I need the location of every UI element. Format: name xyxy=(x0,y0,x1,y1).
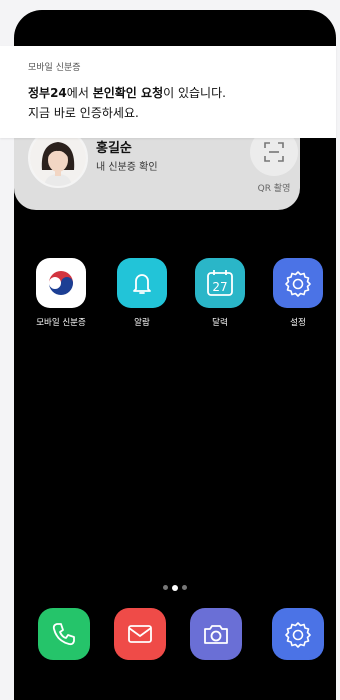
app-settings[interactable]: 설정 xyxy=(265,258,331,328)
page-indicator xyxy=(161,577,189,596)
notification-text: 에서 xyxy=(66,86,93,100)
app-mobile-id[interactable]: 모바일 신분증 xyxy=(28,258,94,328)
app-label: 설정 xyxy=(290,318,306,328)
gear-icon xyxy=(285,622,311,648)
phone-icon xyxy=(52,623,75,646)
page-dot-active xyxy=(172,584,178,591)
qr-scan-label: QR 촬영 xyxy=(257,184,291,194)
page-dot xyxy=(163,585,168,590)
widget-name: 홍길순 xyxy=(96,141,132,156)
bell-icon xyxy=(117,258,167,308)
notification-org: 정부24 xyxy=(28,86,67,100)
app-label: 달력 xyxy=(212,318,228,328)
dock-phone[interactable] xyxy=(38,608,90,660)
calendar-day: 27 xyxy=(212,280,227,294)
dock-settings[interactable] xyxy=(272,608,324,660)
notification-app-name: 모바일 신분증 xyxy=(28,63,81,73)
notification-text-end: 이 있습니다. xyxy=(163,86,226,100)
app-label: 알람 xyxy=(134,318,150,328)
camera-icon xyxy=(204,625,228,644)
notification-line-2: 지금 바로 인증하세요. xyxy=(28,106,139,120)
calendar-icon: 27 xyxy=(195,258,245,308)
app-label: 모바일 신분증 xyxy=(36,318,86,328)
page-dot xyxy=(182,585,187,590)
dock-camera[interactable] xyxy=(190,608,242,660)
mail-icon xyxy=(128,625,152,643)
notification-line-1: 정부24에서 본인확인 요청이 있습니다. xyxy=(28,84,226,101)
government-emblem-icon xyxy=(36,258,86,308)
app-calendar[interactable]: 27 달력 xyxy=(187,258,253,328)
gear-icon xyxy=(273,258,323,308)
qr-scan-icon xyxy=(264,142,284,162)
notification-request: 본인확인 요청 xyxy=(92,86,164,100)
dock-mail[interactable] xyxy=(114,608,166,660)
app-alarm[interactable]: 알람 xyxy=(109,258,175,328)
widget-subtitle: 내 신분증 확인 xyxy=(96,162,158,173)
